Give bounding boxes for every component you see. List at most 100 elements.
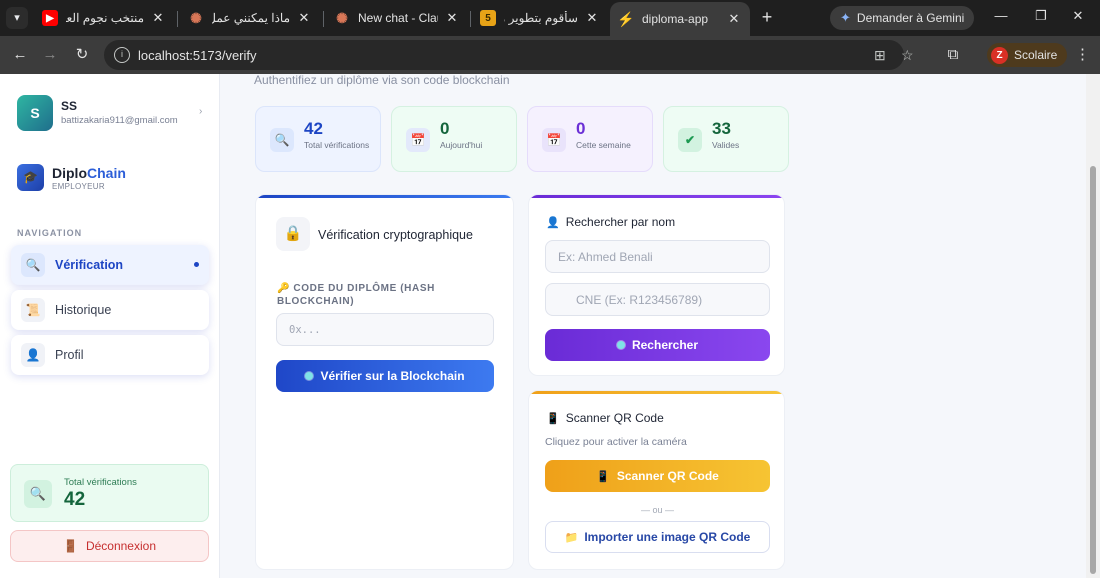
user-name: SS [61,99,78,113]
logout-label: Déconnexion [85,539,156,553]
search-icon: 🔍 [24,480,52,508]
page-scrollbar[interactable] [1086,74,1100,578]
browser-tab[interactable]: 5 سأقوم بتطوير موقع ✕ [472,4,608,32]
chevron-right-icon[interactable]: › [199,106,202,117]
import-qr-button[interactable]: 📁 Importer une image QR Code [545,521,770,553]
profile-button[interactable]: Z Scolaire [987,43,1068,67]
browser-tab[interactable]: ▶ منتخب نجوم العرب ✕ [34,4,174,32]
gemini-button[interactable]: ✦ Demander à Gemini [830,6,975,30]
card-title: Vérification cryptographique [318,228,473,242]
sidebar-stat-card: 🔍 Total vérifications 42 [10,464,209,522]
close-tab-icon[interactable]: ✕ [584,10,600,26]
camera-hint: Cliquez pour activer la caméra [545,436,687,448]
browser-toolbar: ← → ↻ i localhost:5173/verify ⊞ ☆ ⧉ Z Sc… [0,36,1100,74]
name-search-input[interactable] [545,240,770,273]
brand-name-part: Diplo [52,165,87,181]
qr-scanner-icon: 📱 [596,470,610,483]
dot-icon [616,341,625,349]
scan-qr-button[interactable]: 📱 Scanner QR Code [545,460,770,492]
stat-value: 33 [712,119,731,138]
scroll-icon: 📜 [21,298,45,322]
translate-icon[interactable]: ⊞ [874,47,886,64]
cne-input[interactable] [545,283,770,316]
graduation-cap-icon: 🎓 [17,164,44,191]
calendar-icon: 📅 [542,128,566,152]
youtube-icon: ▶ [42,10,58,26]
card-title: 👤 Rechercher par nom [546,215,675,229]
user-icon: 👤 [21,343,45,367]
address-bar[interactable]: i localhost:5173/verify ⊞ ☆ [104,40,914,70]
reload-icon[interactable]: ↻ [72,45,92,65]
browser-tab-title: ماذا يمكنني عمل بـ [212,11,290,25]
stat-card-week: 📅 0 Cette semaine [527,106,653,172]
browser-tab[interactable]: ✺ New chat - Claude ✕ [326,4,468,32]
search-button[interactable]: Rechercher [545,329,770,361]
search-by-name-card: 👤 Rechercher par nom 🪪 Rechercher [528,194,785,376]
close-tab-icon[interactable]: ✕ [444,10,460,26]
scan-qr-label: Scanner QR Code [616,469,719,483]
sidebar-stat-value: 42 [64,489,86,510]
search-card-title: Rechercher par nom [565,215,676,229]
sidebar-item-profil[interactable]: 👤 Profil [11,335,209,375]
profile-name: Scolaire [1014,48,1058,62]
folder-icon: 📁 [564,531,579,544]
forward-arrow-icon[interactable]: → [40,45,60,65]
browser-tab-title: diploma-app [642,12,709,26]
logout-button[interactable]: 🚪 Déconnexion [10,530,209,562]
tab-separator [177,11,178,27]
stat-value: 42 [304,119,323,138]
search-icon: 🔍 [270,128,294,152]
stat-card-valid: ✔ 33 Valides [663,106,789,172]
close-tab-icon[interactable]: ✕ [726,11,742,27]
claude-icon: ✺ [190,9,202,26]
close-tab-icon[interactable]: ✕ [296,10,312,26]
extensions-icon[interactable]: ⧉ [943,45,963,65]
vite-icon: ⚡ [617,10,635,27]
browser-tab-active[interactable]: ⚡ diploma-app ✕ [610,2,750,36]
sidebar-item-label: Vérification [55,258,124,272]
user-email: battizakaria911@gmail.com [61,115,178,126]
stat-label: Cette semaine [576,140,631,150]
calendar-icon: 📅 [406,128,430,152]
back-arrow-icon[interactable]: ← [10,45,30,65]
restore-icon[interactable]: ❐ [1031,8,1051,24]
tab-search-dropdown-button[interactable]: ▾ [6,7,28,29]
sidebar-item-historique[interactable]: 📜 Historique [11,290,209,330]
browser-menu-icon[interactable]: ⋮ [1075,45,1090,63]
stat-card-today: 📅 0 Aujourd'hui [391,106,517,172]
stat-value: 0 [440,119,450,138]
import-qr-label: Importer une image QR Code [584,530,751,544]
card-accent-bar [529,391,784,394]
search-button-label: Rechercher [631,338,699,352]
checkmark-icon: ✔ [678,128,702,152]
scrollbar-thumb[interactable] [1090,166,1096,574]
browser-tab[interactable]: ✺ ماذا يمكنني عمل بـ ✕ [180,4,320,32]
minimize-icon[interactable]: — [991,8,1011,23]
url-text[interactable]: localhost:5173/verify [138,48,257,63]
user-card[interactable]: S SS battizakaria911@gmail.com › [16,94,212,134]
browser-tab-strip: ▾ ▶ منتخب نجوم العرب ✕ ✺ ماذا يمكنني عمل… [0,0,1100,36]
new-tab-button[interactable]: + [757,7,777,27]
tab-separator [323,11,324,27]
stat-card-total: 🔍 42 Total vérifications [255,106,381,172]
site-info-icon[interactable]: i [114,47,130,63]
stat-value: 0 [576,119,586,138]
bookmark-star-icon[interactable]: ☆ [901,47,914,64]
sidebar-item-label: Historique [55,303,112,317]
verify-blockchain-button[interactable]: Vérifier sur la Blockchain [276,360,494,392]
number-five-icon: 5 [480,10,496,26]
brand-role: EMPLOYEUR [52,182,105,191]
or-divider: — ou — [640,505,674,515]
sidebar-item-label: Profil [55,348,84,362]
close-tab-icon[interactable]: ✕ [150,10,166,26]
browser-tab-title: New chat - Claude [358,11,438,25]
nav-section-label: NAVIGATION [17,228,83,238]
lock-icon: 🔒 [276,217,310,251]
search-icon: 🔍 [21,253,45,277]
hash-input[interactable] [276,313,494,346]
profile-avatar: Z [991,46,1008,64]
gemini-label: Demander à Gemini [856,11,965,25]
sidebar-item-verification[interactable]: 🔍 Vérification [11,245,209,285]
close-window-icon[interactable]: ✕ [1068,8,1088,24]
qr-card-title: Scanner QR Code [565,411,664,425]
